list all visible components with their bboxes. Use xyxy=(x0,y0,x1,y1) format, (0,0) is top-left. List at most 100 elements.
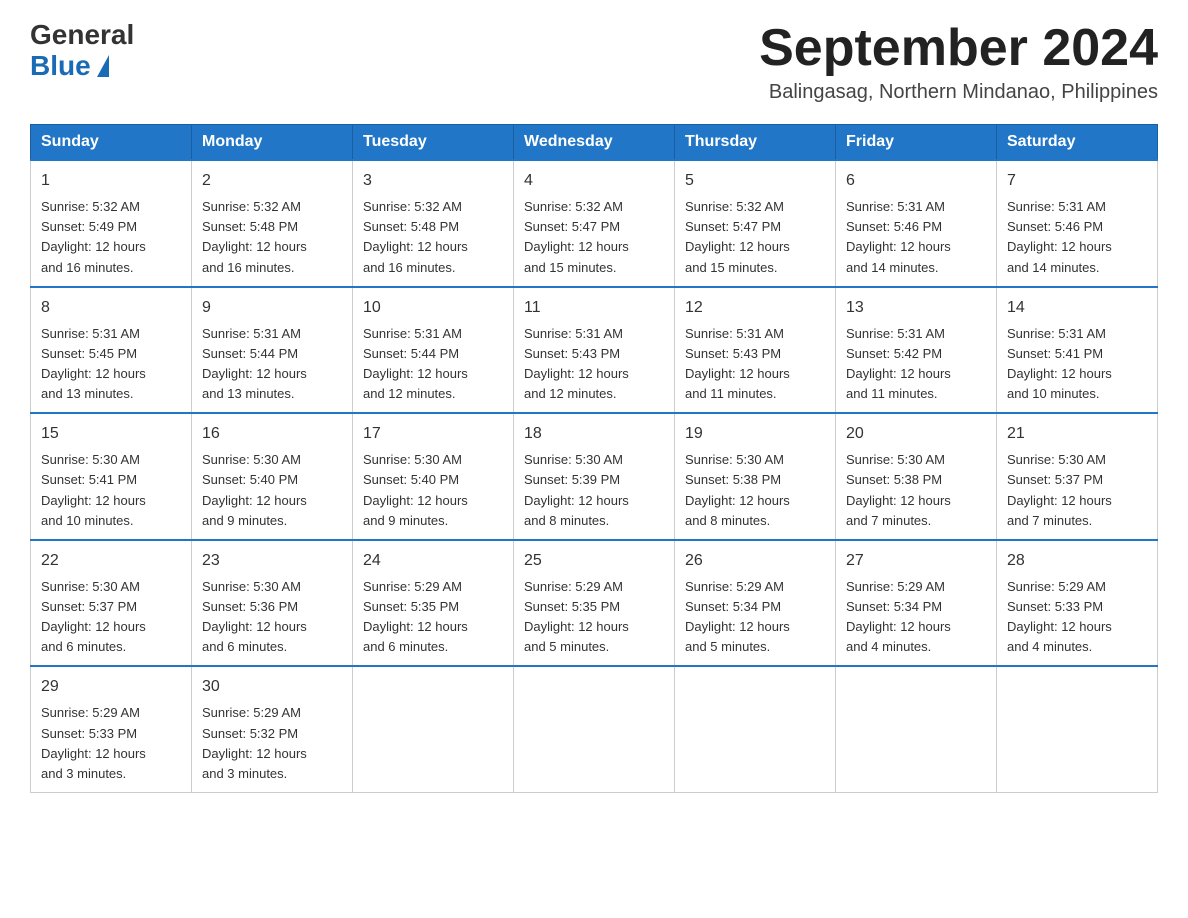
calendar-cell: 19 Sunrise: 5:30 AM Sunset: 5:38 PM Dayl… xyxy=(675,413,836,540)
day-number: 11 xyxy=(524,296,664,320)
calendar-cell: 7 Sunrise: 5:31 AM Sunset: 5:46 PM Dayli… xyxy=(997,160,1158,287)
logo-triangle-icon xyxy=(97,55,109,77)
month-title: September 2024 xyxy=(759,20,1158,77)
day-number: 23 xyxy=(202,549,342,573)
day-info: Sunrise: 5:31 AM Sunset: 5:43 PM Dayligh… xyxy=(524,326,629,401)
title-area: September 2024 Balingasag, Northern Mind… xyxy=(759,20,1158,104)
day-number: 27 xyxy=(846,549,986,573)
page-header: General Blue September 2024 Balingasag, … xyxy=(30,20,1158,104)
logo-blue-text: Blue xyxy=(30,51,134,82)
calendar-cell: 14 Sunrise: 5:31 AM Sunset: 5:41 PM Dayl… xyxy=(997,287,1158,414)
calendar-header-monday: Monday xyxy=(192,125,353,161)
calendar-cell: 27 Sunrise: 5:29 AM Sunset: 5:34 PM Dayl… xyxy=(836,540,997,667)
calendar-cell: 30 Sunrise: 5:29 AM Sunset: 5:32 PM Dayl… xyxy=(192,666,353,792)
calendar-cell: 20 Sunrise: 5:30 AM Sunset: 5:38 PM Dayl… xyxy=(836,413,997,540)
calendar-cell: 9 Sunrise: 5:31 AM Sunset: 5:44 PM Dayli… xyxy=(192,287,353,414)
logo-general-text: General xyxy=(30,20,134,51)
day-info: Sunrise: 5:32 AM Sunset: 5:48 PM Dayligh… xyxy=(363,199,468,274)
day-number: 18 xyxy=(524,422,664,446)
calendar-cell xyxy=(997,666,1158,792)
calendar-cell: 11 Sunrise: 5:31 AM Sunset: 5:43 PM Dayl… xyxy=(514,287,675,414)
day-info: Sunrise: 5:31 AM Sunset: 5:46 PM Dayligh… xyxy=(1007,199,1112,274)
day-info: Sunrise: 5:31 AM Sunset: 5:44 PM Dayligh… xyxy=(202,326,307,401)
day-info: Sunrise: 5:30 AM Sunset: 5:40 PM Dayligh… xyxy=(363,452,468,527)
day-info: Sunrise: 5:32 AM Sunset: 5:47 PM Dayligh… xyxy=(685,199,790,274)
day-number: 10 xyxy=(363,296,503,320)
calendar-cell: 5 Sunrise: 5:32 AM Sunset: 5:47 PM Dayli… xyxy=(675,160,836,287)
calendar-header-thursday: Thursday xyxy=(675,125,836,161)
day-info: Sunrise: 5:30 AM Sunset: 5:40 PM Dayligh… xyxy=(202,452,307,527)
day-number: 30 xyxy=(202,675,342,699)
calendar-week-row: 29 Sunrise: 5:29 AM Sunset: 5:33 PM Dayl… xyxy=(31,666,1158,792)
day-number: 6 xyxy=(846,169,986,193)
day-number: 16 xyxy=(202,422,342,446)
day-number: 19 xyxy=(685,422,825,446)
day-number: 5 xyxy=(685,169,825,193)
day-info: Sunrise: 5:29 AM Sunset: 5:34 PM Dayligh… xyxy=(846,579,951,654)
calendar-header-friday: Friday xyxy=(836,125,997,161)
calendar-header-sunday: Sunday xyxy=(31,125,192,161)
day-info: Sunrise: 5:30 AM Sunset: 5:38 PM Dayligh… xyxy=(685,452,790,527)
calendar-cell xyxy=(353,666,514,792)
day-info: Sunrise: 5:29 AM Sunset: 5:35 PM Dayligh… xyxy=(524,579,629,654)
day-info: Sunrise: 5:31 AM Sunset: 5:43 PM Dayligh… xyxy=(685,326,790,401)
day-info: Sunrise: 5:29 AM Sunset: 5:33 PM Dayligh… xyxy=(1007,579,1112,654)
day-number: 12 xyxy=(685,296,825,320)
calendar-cell: 28 Sunrise: 5:29 AM Sunset: 5:33 PM Dayl… xyxy=(997,540,1158,667)
calendar-cell: 23 Sunrise: 5:30 AM Sunset: 5:36 PM Dayl… xyxy=(192,540,353,667)
calendar-header-wednesday: Wednesday xyxy=(514,125,675,161)
day-number: 13 xyxy=(846,296,986,320)
day-number: 8 xyxy=(41,296,181,320)
day-info: Sunrise: 5:30 AM Sunset: 5:39 PM Dayligh… xyxy=(524,452,629,527)
calendar-header-row: SundayMondayTuesdayWednesdayThursdayFrid… xyxy=(31,125,1158,161)
calendar-cell: 24 Sunrise: 5:29 AM Sunset: 5:35 PM Dayl… xyxy=(353,540,514,667)
calendar-cell xyxy=(836,666,997,792)
day-info: Sunrise: 5:29 AM Sunset: 5:32 PM Dayligh… xyxy=(202,705,307,780)
day-number: 4 xyxy=(524,169,664,193)
day-number: 14 xyxy=(1007,296,1147,320)
day-info: Sunrise: 5:32 AM Sunset: 5:47 PM Dayligh… xyxy=(524,199,629,274)
calendar-cell: 13 Sunrise: 5:31 AM Sunset: 5:42 PM Dayl… xyxy=(836,287,997,414)
calendar-cell: 22 Sunrise: 5:30 AM Sunset: 5:37 PM Dayl… xyxy=(31,540,192,667)
day-info: Sunrise: 5:30 AM Sunset: 5:36 PM Dayligh… xyxy=(202,579,307,654)
day-info: Sunrise: 5:29 AM Sunset: 5:33 PM Dayligh… xyxy=(41,705,146,780)
calendar-cell: 15 Sunrise: 5:30 AM Sunset: 5:41 PM Dayl… xyxy=(31,413,192,540)
day-info: Sunrise: 5:30 AM Sunset: 5:38 PM Dayligh… xyxy=(846,452,951,527)
day-number: 21 xyxy=(1007,422,1147,446)
day-info: Sunrise: 5:30 AM Sunset: 5:37 PM Dayligh… xyxy=(1007,452,1112,527)
day-info: Sunrise: 5:29 AM Sunset: 5:34 PM Dayligh… xyxy=(685,579,790,654)
day-info: Sunrise: 5:32 AM Sunset: 5:49 PM Dayligh… xyxy=(41,199,146,274)
calendar-week-row: 8 Sunrise: 5:31 AM Sunset: 5:45 PM Dayli… xyxy=(31,287,1158,414)
calendar-cell: 4 Sunrise: 5:32 AM Sunset: 5:47 PM Dayli… xyxy=(514,160,675,287)
day-number: 22 xyxy=(41,549,181,573)
day-info: Sunrise: 5:31 AM Sunset: 5:41 PM Dayligh… xyxy=(1007,326,1112,401)
day-number: 28 xyxy=(1007,549,1147,573)
calendar-cell: 8 Sunrise: 5:31 AM Sunset: 5:45 PM Dayli… xyxy=(31,287,192,414)
calendar-cell: 26 Sunrise: 5:29 AM Sunset: 5:34 PM Dayl… xyxy=(675,540,836,667)
calendar-week-row: 22 Sunrise: 5:30 AM Sunset: 5:37 PM Dayl… xyxy=(31,540,1158,667)
day-info: Sunrise: 5:31 AM Sunset: 5:42 PM Dayligh… xyxy=(846,326,951,401)
day-info: Sunrise: 5:29 AM Sunset: 5:35 PM Dayligh… xyxy=(363,579,468,654)
calendar-header-saturday: Saturday xyxy=(997,125,1158,161)
calendar-table: SundayMondayTuesdayWednesdayThursdayFrid… xyxy=(30,124,1158,793)
calendar-cell: 3 Sunrise: 5:32 AM Sunset: 5:48 PM Dayli… xyxy=(353,160,514,287)
calendar-cell: 6 Sunrise: 5:31 AM Sunset: 5:46 PM Dayli… xyxy=(836,160,997,287)
day-number: 9 xyxy=(202,296,342,320)
day-number: 20 xyxy=(846,422,986,446)
day-info: Sunrise: 5:30 AM Sunset: 5:37 PM Dayligh… xyxy=(41,579,146,654)
calendar-cell: 2 Sunrise: 5:32 AM Sunset: 5:48 PM Dayli… xyxy=(192,160,353,287)
day-number: 1 xyxy=(41,169,181,193)
day-number: 25 xyxy=(524,549,664,573)
calendar-cell: 29 Sunrise: 5:29 AM Sunset: 5:33 PM Dayl… xyxy=(31,666,192,792)
day-info: Sunrise: 5:31 AM Sunset: 5:45 PM Dayligh… xyxy=(41,326,146,401)
day-number: 3 xyxy=(363,169,503,193)
location-subtitle: Balingasag, Northern Mindanao, Philippin… xyxy=(759,81,1158,104)
calendar-week-row: 1 Sunrise: 5:32 AM Sunset: 5:49 PM Dayli… xyxy=(31,160,1158,287)
day-info: Sunrise: 5:30 AM Sunset: 5:41 PM Dayligh… xyxy=(41,452,146,527)
logo: General Blue xyxy=(30,20,134,82)
calendar-cell: 21 Sunrise: 5:30 AM Sunset: 5:37 PM Dayl… xyxy=(997,413,1158,540)
day-number: 15 xyxy=(41,422,181,446)
calendar-cell: 1 Sunrise: 5:32 AM Sunset: 5:49 PM Dayli… xyxy=(31,160,192,287)
calendar-cell xyxy=(514,666,675,792)
day-number: 29 xyxy=(41,675,181,699)
